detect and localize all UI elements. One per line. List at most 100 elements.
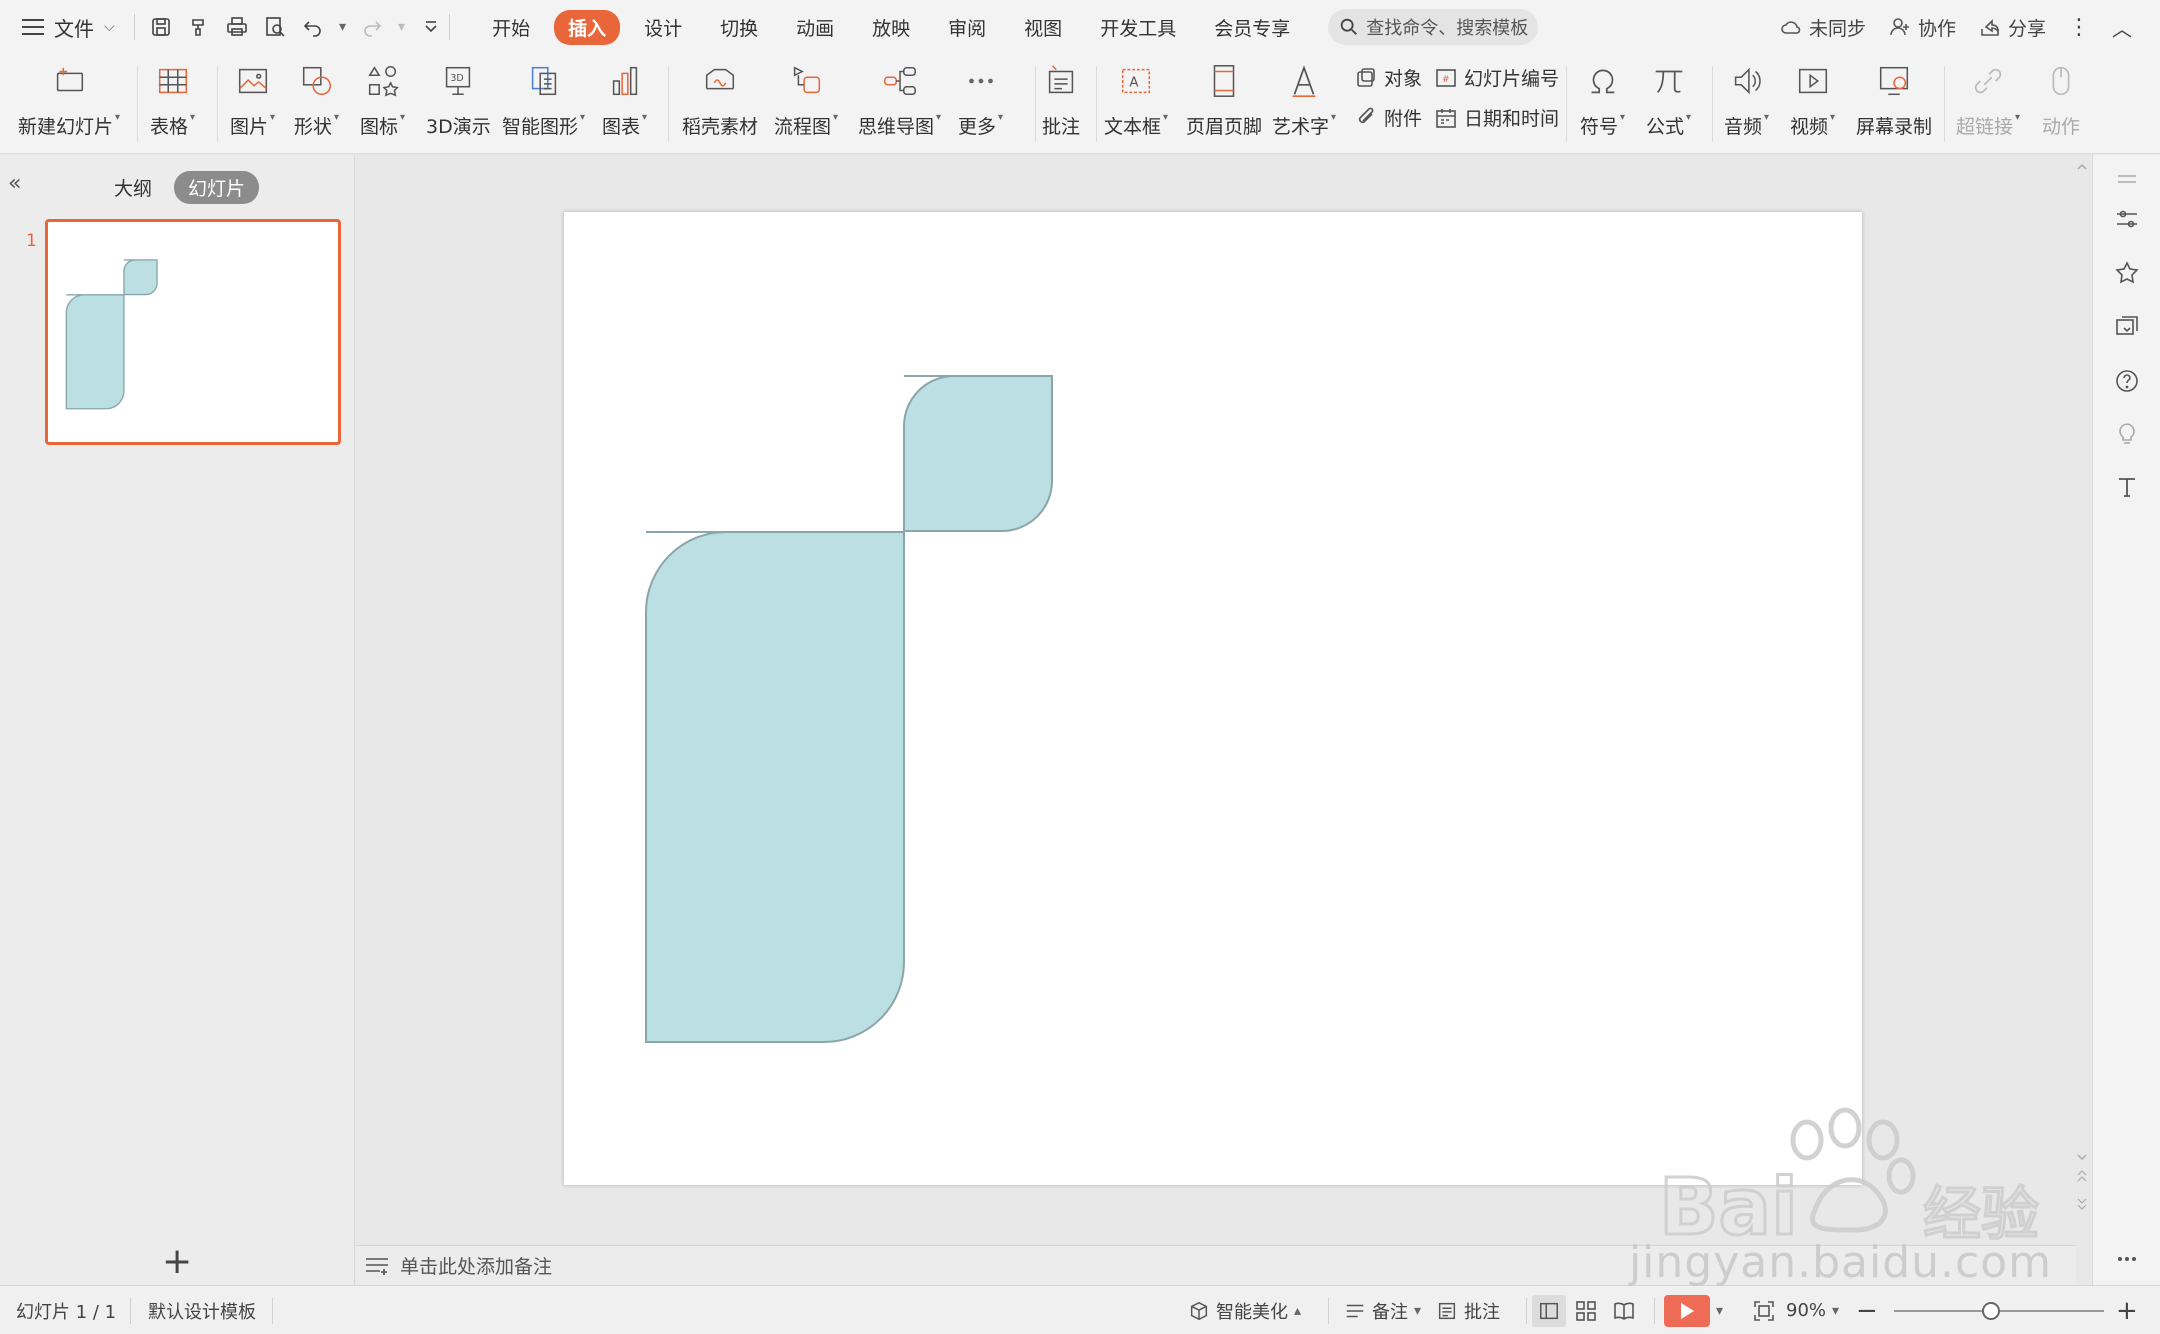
attachment-button[interactable]: 附件 [1354,104,1422,131]
slide-sorter-button[interactable] [1574,1286,1598,1334]
symbol-button[interactable]: 符号 ▾ [1580,60,1625,139]
sync-status[interactable]: 未同步 [1779,14,1866,41]
save-icon[interactable] [149,15,173,39]
3d-demo-button[interactable]: 3D 3D演示 [426,60,491,139]
slide-thumbnail[interactable] [45,219,341,445]
normal-view-button[interactable] [1532,1286,1566,1334]
right-sidebar [2092,155,2160,1285]
tab-home[interactable]: 开始 [478,10,544,45]
screen-record-button[interactable]: 屏幕录制 [1856,60,1932,139]
help-icon[interactable] [2113,367,2141,395]
hyperlink-label: 超链接 [1956,116,2014,138]
slide-canvas[interactable] [564,212,1862,1185]
notes-icon [366,1257,388,1275]
tab-insert[interactable]: 插入 [554,9,621,45]
reading-view-button[interactable] [1612,1286,1636,1334]
collapse-panel-icon[interactable]: « [8,171,21,196]
audio-button[interactable]: 音频 ▾ [1724,60,1769,139]
collaborate-button[interactable]: 协作 [1888,14,1956,41]
print-preview-icon[interactable] [263,15,287,39]
smart-beautify-button[interactable]: 智能美化 ▴ [1188,1286,1301,1334]
print-icon[interactable] [225,15,249,39]
notes-toggle-button[interactable]: 备注 ▾ [1344,1286,1421,1334]
play-slideshow-button[interactable]: ▾ [1664,1286,1723,1334]
collapse-ribbon-icon[interactable]: ︿ [2112,13,2132,42]
tab-view[interactable]: 视图 [1010,10,1076,45]
object-icon [1357,67,1375,87]
slide-transition-icon[interactable] [2113,313,2141,341]
pin-star-icon[interactable] [2113,259,2141,287]
zoom-out-button[interactable]: − [1856,1286,1878,1334]
video-button[interactable]: 视频 ▾ [1790,60,1835,139]
wordart-button[interactable]: 艺术字 ▾ [1272,60,1336,139]
file-menu[interactable]: 文件 ⌵ [0,13,128,42]
zoom-in-button[interactable]: + [2116,1286,2138,1334]
tab-developer[interactable]: 开发工具 [1086,10,1190,45]
text-format-icon[interactable] [2113,473,2141,501]
divider [1035,66,1036,142]
fit-window-button[interactable] [1752,1286,1776,1334]
redo-dropdown-icon[interactable]: ▾ [398,19,405,35]
slide-thumbnail-number: 1 [26,231,37,251]
table-button[interactable]: 表格 ▾ [150,60,195,139]
hyperlink-button[interactable]: 超链接 ▾ [1956,60,2020,139]
chart-button[interactable]: 图表 ▾ [602,60,647,139]
zoom-slider[interactable] [1894,1286,2104,1334]
textbox-button[interactable]: A 文本框 ▾ [1104,60,1168,139]
docer-material-button[interactable]: 稻壳素材 [682,60,758,139]
mindmap-button[interactable]: 思维导图 ▾ [858,60,941,139]
comment-button[interactable]: 批注 [1040,60,1082,139]
action-button[interactable]: 动作 [2040,60,2082,139]
undo-dropdown-icon[interactable]: ▾ [339,19,346,35]
date-time-button[interactable]: 日期和时间 [1434,104,1559,131]
tab-transitions[interactable]: 切换 [706,10,772,45]
slide-shapes [645,375,1053,1043]
calendar-icon [1436,108,1456,128]
more-vertical-icon[interactable]: ⋮ [2068,15,2090,40]
drag-handle-icon[interactable] [2113,165,2141,193]
screen-record-icon [1873,60,1915,102]
flowchart-button[interactable]: 流程图 ▾ [774,60,838,139]
properties-icon[interactable] [2113,205,2141,233]
small-leaf-shape[interactable] [903,375,1053,532]
smart-graphic-button[interactable]: 智能图形 ▾ [502,60,585,139]
wordart-icon [1283,60,1325,102]
customize-toolbar-icon[interactable] [419,15,443,39]
design-template-label[interactable]: 默认设计模板 [148,1286,256,1334]
add-slide-button[interactable]: + [162,1241,192,1282]
picture-button[interactable]: 图片 ▾ [230,60,275,139]
more-horizontal-icon[interactable] [2113,1245,2141,1273]
undo-icon[interactable] [301,15,325,39]
object-button[interactable]: 对象 [1354,64,1422,91]
zoom-knob[interactable] [1982,1301,2000,1320]
play-options-icon[interactable]: ▾ [1716,1303,1723,1319]
command-search[interactable]: 查找命令、搜索模板 [1328,9,1539,45]
action-label: 动作 [2041,116,2080,138]
tab-slides[interactable]: 幻灯片 [174,171,260,204]
3d-demo-icon: 3D [437,60,479,102]
new-slide-button[interactable]: 新建幻灯片 ▾ [18,60,120,139]
vertical-scrollbar[interactable] [2073,155,2091,1245]
shape-button[interactable]: 形状 ▾ [294,60,339,139]
share-button[interactable]: 分享 [1978,14,2046,41]
zoom-level-select[interactable]: 90% ▾ [1786,1286,1839,1334]
tab-outline[interactable]: 大纲 [100,171,166,204]
lightbulb-icon[interactable] [2113,419,2141,447]
more-button[interactable]: 更多 ▾ [958,60,1003,139]
watermark-url: jingyan.baidu.com [1628,1237,2052,1288]
redo-icon[interactable] [360,15,384,39]
tab-member[interactable]: 会员专享 [1200,10,1304,45]
tab-design[interactable]: 设计 [630,10,696,45]
tab-slideshow[interactable]: 放映 [858,10,924,45]
slide-number-button[interactable]: # 幻灯片编号 [1434,64,1559,91]
format-painter-icon[interactable] [187,15,211,39]
large-leaf-shape[interactable] [645,531,905,1043]
tab-animations[interactable]: 动画 [782,10,848,45]
mouse-icon [2040,60,2082,102]
icon-button[interactable]: 图标 ▾ [360,60,405,139]
header-footer-button[interactable]: 页眉页脚 [1186,60,1262,139]
tab-review[interactable]: 审阅 [934,10,1000,45]
comments-toggle-button[interactable]: 批注 [1436,1286,1500,1334]
formula-button[interactable]: 公式 ▾ [1646,60,1691,139]
picture-label: 图片 [230,116,269,138]
